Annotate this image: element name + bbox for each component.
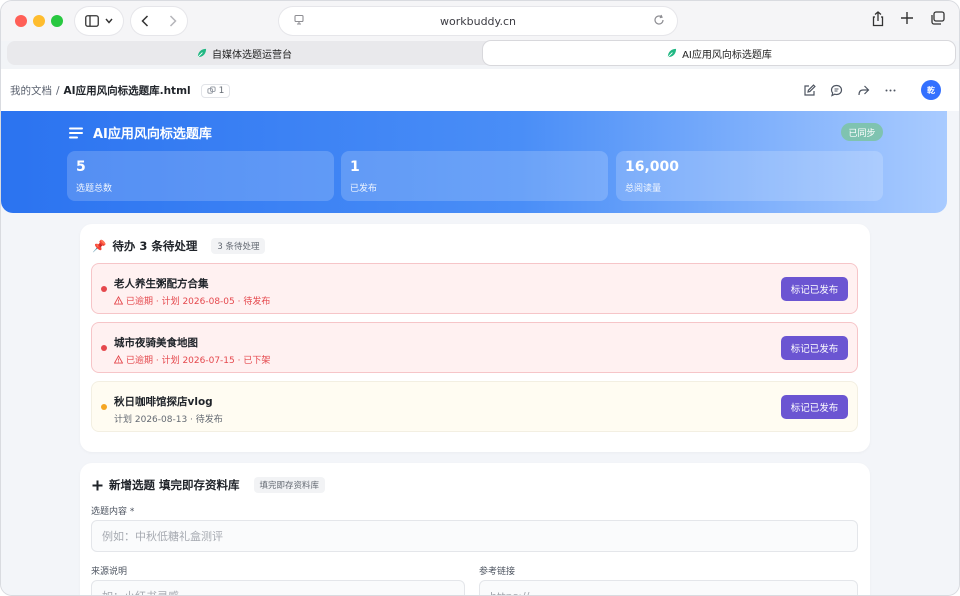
stat-card-published: 1 已发布: [341, 151, 608, 201]
todo-item-title: 老人养生粥配方合集: [114, 278, 209, 290]
comment-icon[interactable]: [830, 84, 843, 97]
new-topic-card: 新增选题 填完即存资料库 填完即存资料库 选题内容 * 例如：中秋低糖礼盒测评 …: [80, 463, 870, 595]
forward-icon[interactable]: [169, 15, 177, 27]
close-window-button[interactable]: [15, 15, 27, 27]
plus-icon: [92, 480, 103, 490]
breadcrumb: 我的文档 / AI应用风向标选题库.html 1: [10, 83, 231, 98]
stat-value: 1: [350, 159, 360, 175]
overdue-dot: [101, 286, 107, 292]
new-topic-header: 新增选题 填完即存资料库 填完即存资料库: [92, 477, 326, 493]
sidebar-icon: [85, 15, 99, 27]
stat-card-reads: 16,000 总阅读量: [616, 151, 883, 201]
browser-window: workbuddy.cn 自媒体选题运营台 AI应用风向标选题库 我的文档 / …: [0, 0, 960, 596]
browser-titlebar: workbuddy.cn: [1, 1, 959, 41]
breadcrumb-file-name: AI应用风向标选题库.html: [63, 85, 191, 97]
workbuddy-logo-icon: [197, 48, 207, 57]
tab-bar: 自媒体选题运营台 AI应用风向标选题库: [7, 41, 955, 65]
mark-published-button[interactable]: 标记已发布: [781, 395, 848, 419]
todo-item: 城市夜骑美食地图 已逾期 · 计划 2026-07-15 · 已下架 标记已发布: [91, 322, 858, 373]
stat-label: 已发布: [350, 184, 378, 194]
link-field-label: 参考链接: [479, 567, 516, 577]
pin-icon: 📌: [92, 239, 107, 253]
navigation-buttons: [131, 7, 187, 35]
page-title: AI应用风向标选题库: [69, 123, 212, 142]
new-tab-icon[interactable]: [900, 11, 914, 25]
todo-item-meta: 已逾期 · 计划 2026-08-05 · 待发布: [114, 294, 270, 307]
zoom-window-button[interactable]: [51, 15, 63, 27]
source-field-label: 来源说明: [91, 567, 128, 577]
todo-title: 待办 3 条待处理: [112, 239, 198, 253]
stat-card-total: 5 选题总数: [67, 151, 334, 201]
forward-share-icon[interactable]: [857, 84, 870, 97]
topic-field-label: 选题内容 *: [91, 507, 135, 517]
tab-label: 自媒体选题运营台: [212, 49, 292, 61]
link-count-badge[interactable]: 1: [200, 83, 231, 98]
tab-media-topic-console[interactable]: 自媒体选题运营台: [7, 41, 481, 65]
source-input[interactable]: 如：小红书灵感: [91, 580, 465, 595]
url-text: workbuddy.cn: [440, 14, 516, 28]
document-tools: 乾: [803, 80, 941, 100]
chevron-down-icon: [105, 18, 113, 24]
sidebar-toggle-button[interactable]: [75, 7, 123, 35]
mark-published-button[interactable]: 标记已发布: [781, 277, 848, 301]
todo-count-badge: 3 条待处理: [211, 238, 266, 254]
new-topic-badge: 填完即存资料库: [253, 477, 326, 493]
stat-value: 16,000: [625, 159, 680, 175]
reload-icon[interactable]: [653, 14, 665, 26]
todo-item-meta-text: 计划 2026-08-13 · 待发布: [114, 415, 223, 425]
todo-item-meta: 已逾期 · 计划 2026-07-15 · 已下架: [114, 353, 270, 366]
browser-toolbar-right: [872, 11, 945, 27]
overdue-dot: [101, 345, 107, 351]
avatar[interactable]: 乾: [921, 80, 941, 100]
hero-banner: AI应用风向标选题库 已同步 5 选题总数 1 已发布 16,000 总阅读量: [1, 111, 947, 213]
mark-published-button[interactable]: 标记已发布: [781, 336, 848, 360]
todo-item-meta: 计划 2026-08-13 · 待发布: [114, 412, 223, 425]
link-count: 1: [218, 85, 225, 96]
sync-status-badge: 已同步: [841, 123, 883, 141]
list-icon: [69, 127, 83, 138]
page-content: AI应用风向标选题库 已同步 5 选题总数 1 已发布 16,000 总阅读量 …: [1, 111, 959, 595]
stat-label: 选题总数: [76, 184, 113, 194]
edit-icon[interactable]: [803, 83, 816, 97]
topic-input[interactable]: 例如：中秋低糖礼盒测评: [91, 520, 858, 552]
todo-item-meta-text: 已逾期 · 计划 2026-07-15 · 已下架: [126, 356, 271, 366]
todo-item: 老人养生粥配方合集 已逾期 · 计划 2026-08-05 · 待发布 标记已发…: [91, 263, 858, 314]
todo-item-meta-text: 已逾期 · 计划 2026-08-05 · 待发布: [126, 297, 271, 307]
link-icon: [207, 86, 216, 94]
todo-item-title: 秋日咖啡馆探店vlog: [114, 396, 213, 408]
document-header: 我的文档 / AI应用风向标选题库.html 1 乾: [1, 69, 959, 111]
minimize-window-button[interactable]: [33, 15, 45, 27]
upcoming-dot: [101, 404, 107, 410]
workbuddy-logo-icon: [667, 48, 677, 57]
todo-item: 秋日咖啡馆探店vlog 计划 2026-08-13 · 待发布 标记已发布: [91, 381, 858, 432]
new-topic-title: 新增选题 填完即存资料库: [109, 478, 240, 492]
site-settings-icon[interactable]: [293, 14, 305, 26]
warning-icon: [114, 296, 123, 305]
back-icon[interactable]: [141, 15, 149, 27]
link-input[interactable]: https://: [479, 580, 858, 595]
stat-label: 总阅读量: [625, 184, 662, 194]
tab-label: AI应用风向标选题库: [682, 49, 772, 61]
todo-item-title: 城市夜骑美食地图: [114, 337, 198, 349]
tab-overview-icon[interactable]: [930, 11, 945, 25]
breadcrumb-separator: /: [56, 84, 60, 97]
share-icon[interactable]: [872, 11, 884, 27]
warning-icon: [114, 355, 123, 364]
more-icon[interactable]: [884, 84, 897, 97]
todo-card: 📌 待办 3 条待处理 3 条待处理 老人养生粥配方合集 已逾期 · 计划 20…: [80, 224, 870, 452]
page-title-text: AI应用风向标选题库: [93, 127, 212, 142]
stat-value: 5: [76, 159, 86, 175]
address-bar[interactable]: workbuddy.cn: [279, 7, 677, 35]
todo-card-header: 📌 待办 3 条待处理 3 条待处理: [92, 238, 266, 254]
breadcrumb-root[interactable]: 我的文档: [10, 83, 52, 98]
tab-ai-topic-library[interactable]: AI应用风向标选题库: [483, 41, 955, 65]
